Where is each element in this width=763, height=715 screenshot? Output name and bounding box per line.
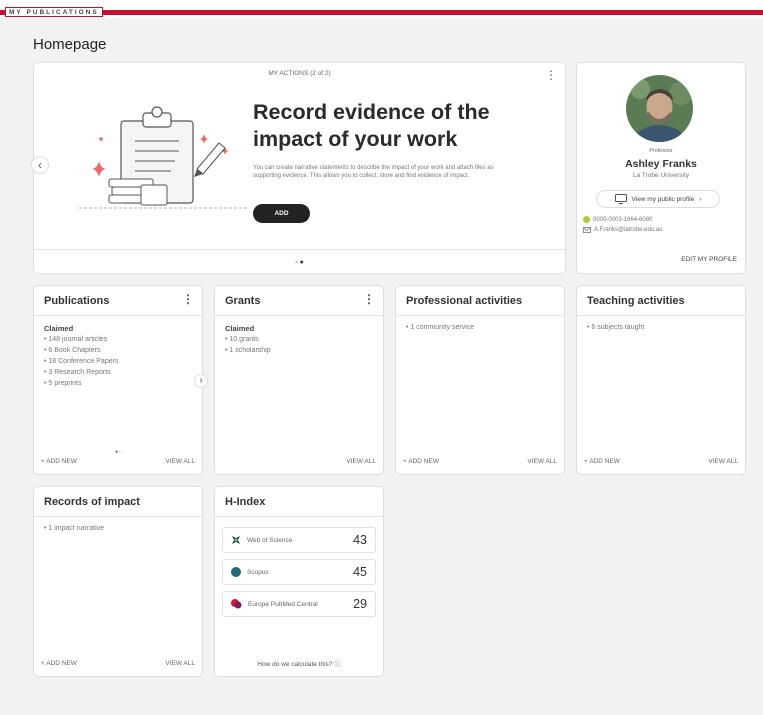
view-all-button[interactable]: VIEW ALL (165, 458, 195, 465)
h-index-list: Web of Science 43 Scopus 45 Europe PubMe… (215, 517, 383, 617)
list-item[interactable]: • 3 Research Reports (44, 367, 192, 378)
h-index-source-name: Web of Science (247, 536, 293, 544)
professional-activities-footer: + ADD NEW VIEW ALL (403, 455, 557, 467)
teaching-activities-footer: + ADD NEW VIEW ALL (584, 455, 738, 467)
carousel-dots[interactable]: ◦ ● (34, 259, 565, 266)
list-item[interactable]: • 6 subjects taught (587, 322, 735, 333)
teaching-activities-title: Teaching activities (587, 294, 685, 307)
page-title: Homepage (33, 36, 107, 53)
view-all-button[interactable]: VIEW ALL (708, 458, 738, 465)
professional-activities-body: • 1 community service (396, 316, 564, 339)
carousel-prev-button[interactable]: ‹ (31, 156, 49, 174)
records-of-impact-title: Records of impact (44, 495, 140, 508)
view-all-button[interactable]: VIEW ALL (527, 458, 557, 465)
grants-card: Grants ⋮ Claimed • 10 grants • 1 scholar… (214, 285, 384, 475)
h-index-row-web-of-science[interactable]: Web of Science 43 (222, 527, 376, 553)
scopus-icon (231, 567, 241, 577)
my-actions-label: MY ACTIONS (2 of 2) (268, 70, 331, 77)
professional-activities-card: Professional activities • 1 community se… (395, 285, 565, 475)
view-public-profile-button[interactable]: View my public profile › (596, 190, 720, 208)
grants-body: Claimed • 10 grants • 1 scholarship (215, 316, 383, 362)
carousel-dots[interactable]: ● ◦ (34, 449, 202, 454)
professional-activities-title: Professional activities (406, 294, 523, 307)
claimed-label: Claimed (225, 324, 255, 333)
teaching-activities-card: Teaching activities • 6 subjects taught … (576, 285, 746, 475)
h-index-source-name: Scopus (247, 568, 269, 576)
teaching-activities-body: • 6 subjects taught (577, 316, 745, 339)
list-item[interactable]: • 10 grants (225, 334, 373, 345)
list-item[interactable]: • 6 Book Chapters (44, 345, 192, 356)
h-index-row-europe-pubmed-central[interactable]: Europe PubMed Central 29 (222, 591, 376, 617)
records-of-impact-body: • 1 impact narrative (34, 517, 202, 540)
more-options-icon[interactable]: ⋮ (363, 293, 375, 305)
list-item[interactable]: • 5 preprints (44, 378, 192, 389)
email-address: A.Franks@latrobe.edu.au (594, 227, 663, 233)
records-of-impact-card: Records of impact • 1 impact narrative +… (33, 486, 203, 677)
grants-title: Grants (225, 294, 261, 307)
hero-heading-line-2: impact of your work (253, 127, 458, 151)
h-index-value: 43 (353, 533, 367, 547)
professional-activities-header: Professional activities (396, 286, 564, 316)
profile-card: Professor Ashley Franks La Trobe Univers… (576, 62, 746, 274)
hero-divider (34, 249, 565, 250)
publications-header: Publications ⋮ (34, 286, 202, 316)
list-item[interactable]: • 18 Conference Papers (44, 356, 192, 367)
chevron-right-icon: › (699, 195, 702, 203)
claimed-label: Claimed (44, 324, 74, 333)
records-of-impact-footer: + ADD NEW VIEW ALL (41, 657, 195, 669)
orcid-line[interactable]: 0000-0003-1664-6080 (583, 216, 652, 223)
list-item[interactable]: • 1 community service (406, 322, 554, 333)
grants-header: Grants ⋮ (215, 286, 383, 316)
mail-icon (583, 227, 591, 233)
list-item[interactable]: • 148 journal articles (44, 334, 192, 345)
edit-profile-link[interactable]: EDIT MY PROFILE (681, 256, 737, 263)
my-actions-card: MY ACTIONS (2 of 2) ⋮ ‹ Record evidence … (31, 62, 566, 274)
hero-heading-line-1: Record evidence of the (253, 100, 490, 124)
monitor-icon (614, 194, 627, 204)
view-all-button[interactable]: VIEW ALL (346, 458, 376, 465)
carousel-next-button[interactable]: › (194, 374, 208, 388)
publications-body: Claimed • 148 journal articles • 6 Book … (34, 316, 202, 395)
profile-university: La Trobe University (633, 172, 689, 179)
add-evidence-button[interactable]: ADD (253, 204, 310, 223)
top-accent-line (0, 10, 763, 15)
publications-card: Publications ⋮ Claimed • 148 journal art… (33, 285, 208, 475)
add-new-button[interactable]: + ADD NEW (41, 660, 77, 667)
h-index-row-scopus[interactable]: Scopus 45 (222, 559, 376, 585)
h-index-header: H-Index (215, 487, 383, 517)
more-options-icon[interactable]: ⋮ (182, 293, 194, 305)
records-of-impact-header: Records of impact (34, 487, 202, 517)
h-index-source-name: Europe PubMed Central (248, 600, 318, 608)
brand-logo[interactable]: MY PUBLICATIONS (5, 7, 103, 17)
top-bar: MY PUBLICATIONS (0, 0, 763, 18)
h-index-title: H-Index (225, 495, 266, 508)
orcid-icon (583, 216, 590, 223)
list-item[interactable]: • 1 scholarship (225, 345, 373, 356)
hero-description: You can create narrative statements to d… (253, 165, 494, 179)
list-item[interactable]: • 1 impact narrative (44, 523, 192, 534)
more-options-icon[interactable]: ⋮ (545, 69, 557, 81)
h-index-value: 45 (353, 565, 367, 579)
avatar (626, 75, 693, 142)
add-new-button[interactable]: + ADD NEW (584, 458, 620, 465)
clipboard-illustration-icon (79, 106, 249, 209)
web-of-science-icon (232, 536, 240, 544)
add-new-button[interactable]: + ADD NEW (403, 458, 439, 465)
publications-title: Publications (44, 294, 110, 307)
profile-name: Ashley Franks (625, 158, 697, 170)
europe-pubmed-central-icon (231, 599, 242, 609)
email-line[interactable]: A.Franks@latrobe.edu.au (583, 227, 662, 233)
h-index-card: H-Index Web of Science 43 Scopus 45 Euro… (214, 486, 384, 677)
add-new-button[interactable]: + ADD NEW (41, 458, 77, 465)
hero-heading: Record evidence of the impact of your wo… (253, 99, 543, 153)
h-index-value: 29 (353, 597, 367, 611)
view-public-profile-label: View my public profile (631, 195, 695, 203)
view-all-button[interactable]: VIEW ALL (165, 660, 195, 667)
profile-role: Professor (649, 148, 673, 154)
orcid-id: 0000-0003-1664-6080 (593, 216, 653, 223)
how-calculated-link[interactable]: How do we calculate this? ⓘ (215, 658, 383, 668)
grants-footer: VIEW ALL (222, 455, 376, 467)
teaching-activities-header: Teaching activities (577, 286, 745, 316)
publications-footer: + ADD NEW VIEW ALL (41, 455, 195, 467)
